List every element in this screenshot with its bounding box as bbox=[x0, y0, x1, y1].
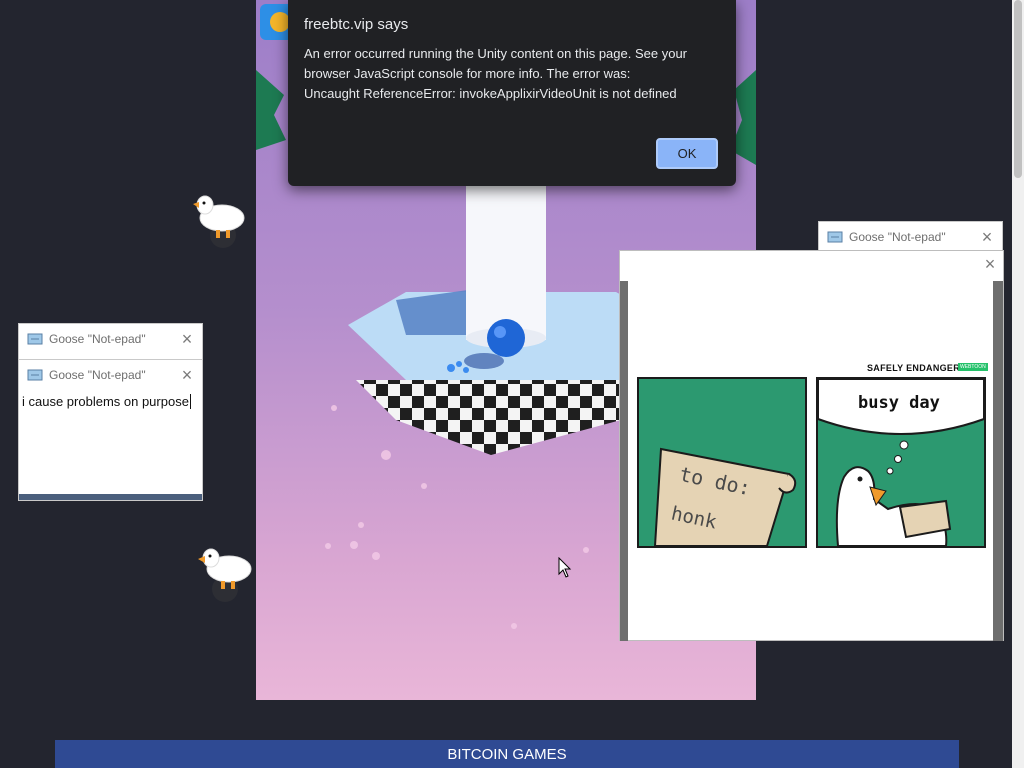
alert-title: freebtc.vip says bbox=[304, 16, 409, 33]
goose-notepad-window[interactable]: Goose "Not-epad" × bbox=[18, 323, 203, 363]
bitcoin-games-label[interactable]: BITCOIN GAMES bbox=[447, 746, 566, 763]
close-icon[interactable]: × bbox=[980, 254, 1000, 276]
comic-badge: WEBTOON bbox=[958, 363, 988, 371]
goose-sprite bbox=[188, 190, 248, 250]
close-icon[interactable]: × bbox=[172, 329, 202, 350]
alert-dialog: freebtc.vip says An error occurred runni… bbox=[288, 0, 736, 186]
notepad-icon bbox=[27, 369, 43, 381]
platform-side bbox=[491, 380, 621, 455]
scroll-paper-icon bbox=[653, 447, 797, 546]
window-edge bbox=[620, 281, 628, 641]
goose-notepad-window[interactable]: Goose "Not-epad" × i cause problems on p… bbox=[18, 359, 203, 501]
mouse-cursor-icon bbox=[558, 557, 572, 578]
platform-side bbox=[356, 380, 491, 455]
notepad-title-bar[interactable]: Goose "Not-epad" × bbox=[19, 360, 202, 390]
window-edge bbox=[993, 281, 1003, 641]
notepad-text[interactable]: i cause problems on purpose bbox=[22, 394, 191, 409]
notepad-title-bar[interactable]: Goose "Not-epad" × bbox=[819, 222, 1002, 252]
comic-panel-1: to do: honk bbox=[637, 377, 807, 548]
comic-busy-day-text: busy day bbox=[858, 393, 940, 413]
notepad-title: Goose "Not-epad" bbox=[49, 368, 146, 382]
notepad-footer bbox=[19, 494, 202, 500]
bitcoin-games-bar[interactable]: BITCOIN GAMES bbox=[55, 740, 959, 768]
notepad-icon bbox=[27, 333, 43, 345]
close-icon[interactable]: × bbox=[972, 227, 1002, 248]
notepad-title: Goose "Not-epad" bbox=[49, 332, 146, 346]
notepad-icon bbox=[827, 231, 843, 243]
comic-panel-2: busy day bbox=[816, 377, 986, 548]
goose-image-window[interactable]: × SAFELY ENDANGERED WEBTOON to do: honk bbox=[619, 250, 1004, 641]
notepad-title-bar[interactable]: Goose "Not-epad" × bbox=[19, 324, 202, 354]
notepad-title: Goose "Not-epad" bbox=[849, 230, 946, 244]
alert-message: An error occurred running the Unity cont… bbox=[304, 46, 687, 101]
goose-sprite bbox=[195, 547, 255, 607]
left-decor bbox=[256, 70, 286, 150]
ball bbox=[487, 319, 525, 357]
comic-image: SAFELY ENDANGERED WEBTOON to do: honk bu… bbox=[637, 361, 988, 551]
scrollbar-thumb[interactable] bbox=[1014, 0, 1022, 178]
ok-button[interactable]: OK bbox=[656, 138, 718, 169]
close-icon[interactable]: × bbox=[172, 365, 202, 386]
pole bbox=[466, 186, 546, 340]
